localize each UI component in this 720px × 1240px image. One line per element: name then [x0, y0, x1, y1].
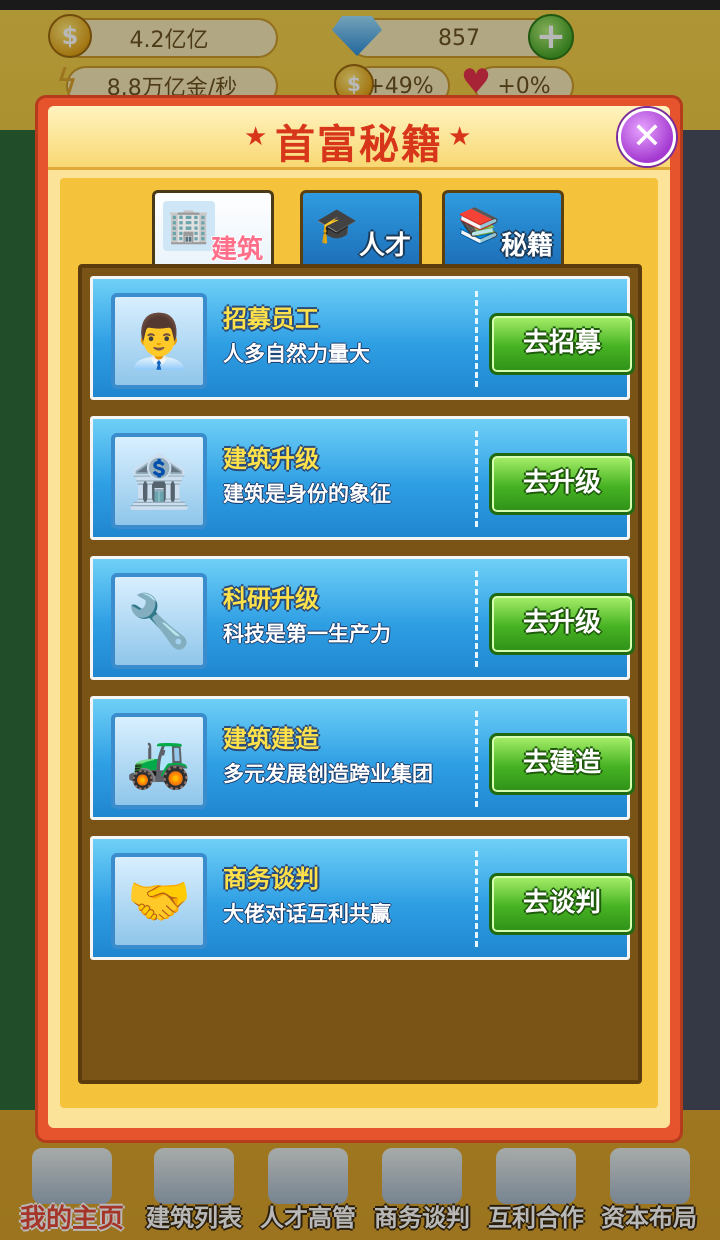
handshake-icon: 🤝: [111, 853, 207, 949]
manager-icon: 👨‍💼: [111, 293, 207, 389]
divider: [475, 291, 478, 387]
item-desc: 大佬对话互利共赢: [223, 902, 391, 926]
list-item-construction: 🚜 建筑建造 多元发展创造跨业集团 去建造: [90, 696, 635, 820]
divider: [475, 571, 478, 667]
dialog-header: ★ 首富秘籍 ★ ✕: [48, 106, 676, 170]
dialog-inner: ★ 首富秘籍 ★ ✕ 🏢 建筑 🎓 人才 📚 秘籍: [48, 106, 676, 1128]
list-item-negotiation: 🤝 商务谈判 大佬对话互利共赢 去谈判: [90, 836, 635, 960]
divider: [475, 851, 478, 947]
graduation-cap-icon: 🎓: [315, 206, 359, 246]
list-item-recruit: 👨‍💼 招募员工 人多自然力量大 去招募: [90, 276, 635, 400]
tips-dialog: ★ 首富秘籍 ★ ✕ 🏢 建筑 🎓 人才 📚 秘籍: [38, 98, 680, 1140]
item-title: 招募员工: [223, 305, 319, 333]
item-title: 科研升级: [223, 585, 319, 613]
dialog-title: 首富秘籍: [275, 122, 443, 168]
item-desc: 科技是第一生产力: [223, 622, 391, 646]
tab-secrets-label: 秘籍: [500, 231, 553, 261]
list-item-building-upgrade: 🏦 建筑升级 建筑是身份的象征 去升级: [90, 416, 635, 540]
tab-secrets[interactable]: 📚 秘籍: [442, 190, 564, 266]
item-desc: 多元发展创造跨业集团: [223, 762, 433, 786]
item-title: 商务谈判: [223, 865, 319, 893]
negotiate-button[interactable]: 去谈判: [489, 873, 635, 935]
excavator-icon: 🚜: [111, 713, 207, 809]
star-icon: ★: [448, 122, 472, 152]
building-icon: 🏢: [163, 201, 215, 251]
wrench-upgrade-icon: 🔧: [111, 573, 207, 669]
dialog-body: 🏢 建筑 🎓 人才 📚 秘籍 👨‍💼 招募员工 人多自然力量大: [60, 178, 658, 1108]
divider: [475, 711, 478, 807]
tab-talent[interactable]: 🎓 人才: [300, 190, 422, 266]
tab-building-label: 建筑: [210, 235, 263, 265]
close-button[interactable]: ✕: [618, 108, 676, 166]
construct-button[interactable]: 去建造: [489, 733, 635, 795]
recruit-button[interactable]: 去招募: [489, 313, 635, 375]
tab-building[interactable]: 🏢 建筑: [152, 190, 274, 270]
tips-list-frame: 👨‍💼 招募员工 人多自然力量大 去招募 🏦 建筑升级 建筑是身份的象征 去升级: [78, 264, 642, 1084]
upgrade-building-button[interactable]: 去升级: [489, 453, 635, 515]
divider: [475, 431, 478, 527]
close-icon: ✕: [631, 116, 663, 157]
bank-upgrade-icon: 🏦: [111, 433, 207, 529]
books-icon: 📚: [457, 206, 501, 246]
tab-talent-label: 人才: [358, 231, 411, 261]
system-status-bar: [0, 0, 720, 10]
item-desc: 人多自然力量大: [223, 342, 370, 366]
list-item-research-upgrade: 🔧 科研升级 科技是第一生产力 去升级: [90, 556, 635, 680]
item-desc: 建筑是身份的象征: [223, 482, 391, 506]
upgrade-research-button[interactable]: 去升级: [489, 593, 635, 655]
item-title: 建筑建造: [223, 725, 319, 753]
item-title: 建筑升级: [223, 445, 319, 473]
